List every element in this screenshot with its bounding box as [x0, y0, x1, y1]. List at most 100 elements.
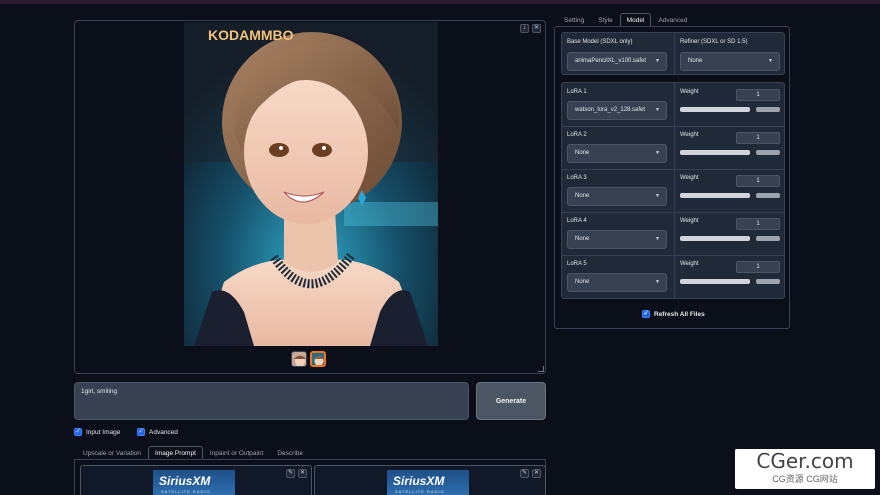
lora-2-weight-input[interactable]: 1 [736, 132, 780, 144]
model-panel: Base Model (SDXL only) animaPencilXL_v10… [554, 26, 790, 329]
tab-inpaint-or-outpaint[interactable]: Inpaint or Outpaint [203, 446, 270, 460]
thumbnail-1[interactable] [291, 351, 307, 367]
settings-tabs: Setting Style Model Advanced [557, 13, 694, 27]
top-bar [0, 0, 880, 4]
row-divider [562, 169, 784, 170]
lora-5-weight-input[interactable]: 1 [736, 261, 780, 273]
lora-1-value: watson_lora_v2_128.safet [575, 107, 646, 113]
advanced-label: Advanced [149, 428, 178, 436]
caret-down-icon: ▼ [655, 150, 660, 156]
input-image-toggle[interactable]: ✓ Input Image [74, 428, 120, 436]
lora-3-value: None [575, 193, 590, 199]
refiner-value: None [688, 58, 703, 64]
base-model-label: Base Model (SDXL only) [567, 39, 633, 45]
caret-down-icon: ▼ [655, 193, 660, 199]
lora-4-label: LoRA 4 [567, 218, 587, 224]
gallery-tools: ↓ ✕ [520, 24, 541, 33]
lora-1-weight-slider[interactable] [680, 107, 750, 112]
lora-1-weight-label: Weight [680, 89, 699, 95]
caret-down-icon: ▼ [655, 58, 660, 64]
lora-1-label: LoRA 1 [567, 89, 587, 95]
tab-style[interactable]: Style [591, 13, 619, 27]
generated-image[interactable]: KODAMMBO [184, 22, 438, 346]
lora-3-weight-input[interactable]: 1 [736, 175, 780, 187]
lora-2-weight-track[interactable] [756, 150, 780, 155]
preview-logo-text: SiriusXM [393, 474, 445, 488]
tab-setting[interactable]: Setting [557, 13, 591, 27]
generate-button[interactable]: Generate [476, 382, 546, 420]
edit-icon[interactable]: ✎ [286, 469, 295, 478]
portrait-illustration: KODAMMBO [184, 22, 438, 346]
close-icon[interactable]: ✕ [532, 469, 541, 478]
lora-5-weight-slider[interactable] [680, 279, 750, 284]
resize-handle[interactable] [538, 366, 544, 372]
lora-2-value: None [575, 150, 590, 156]
lora-2-weight-slider[interactable] [680, 150, 750, 155]
image-logo-text: KODAMMBO [208, 27, 294, 43]
lora-5-value: None [575, 279, 590, 285]
lora-3-weight-slider[interactable] [680, 193, 750, 198]
lora-4-weight-label: Weight [680, 218, 699, 224]
refresh-label: Refresh All Files [654, 310, 705, 318]
preview-sub-text: SATELLITE RADIO [395, 489, 445, 494]
tab-advanced[interactable]: Advanced [651, 13, 694, 27]
edit-icon[interactable]: ✎ [520, 469, 529, 478]
lora-2-weight-label: Weight [680, 132, 699, 138]
lora-4-weight-slider[interactable] [680, 236, 750, 241]
lora-2-dropdown[interactable]: None ▼ [567, 144, 667, 163]
divider [674, 33, 675, 74]
slot-tools: ✎ ✕ [520, 469, 541, 478]
watermark: CGer.com CG资源 CG网站 [735, 449, 875, 489]
tab-describe[interactable]: Describe [270, 446, 310, 460]
image-prompt-preview: SiriusXM SATELLITE RADIO [387, 470, 469, 495]
image-prompt-preview: SiriusXM SATELLITE RADIO [153, 470, 235, 495]
image-prompt-panel: SiriusXM SATELLITE RADIO ✎ ✕ SiriusXM SA… [74, 459, 546, 495]
lora-5-dropdown[interactable]: None ▼ [567, 273, 667, 292]
image-gallery: ↓ ✕ KODAMMBO [74, 20, 546, 374]
caret-down-icon: ▼ [655, 107, 660, 113]
lora-2-label: LoRA 2 [567, 132, 587, 138]
lora-3-weight-track[interactable] [756, 193, 780, 198]
download-icon[interactable]: ↓ [520, 24, 529, 33]
thumbnail-2-selected[interactable] [310, 351, 326, 367]
lora-3-label: LoRA 3 [567, 175, 587, 181]
refiner-dropdown[interactable]: None ▼ [680, 52, 780, 71]
tab-image-prompt[interactable]: Image Prompt [148, 446, 203, 460]
tab-upscale-or-variation[interactable]: Upscale or Variation [76, 446, 148, 460]
input-image-label: Input Image [86, 428, 121, 436]
lora-4-dropdown[interactable]: None ▼ [567, 230, 667, 249]
input-image-tabs: Upscale or Variation Image Prompt Inpain… [76, 446, 310, 460]
image-prompt-slot-2[interactable]: SiriusXM SATELLITE RADIO ✎ ✕ [314, 465, 546, 495]
lora-4-weight-input[interactable]: 1 [736, 218, 780, 230]
image-prompt-slot-1[interactable]: SiriusXM SATELLITE RADIO ✎ ✕ [80, 465, 312, 495]
row-divider [562, 212, 784, 213]
caret-down-icon: ▼ [768, 58, 773, 64]
close-icon[interactable]: ✕ [298, 469, 307, 478]
caret-down-icon: ▼ [655, 279, 660, 285]
lora-1-dropdown[interactable]: watson_lora_v2_128.safet ▼ [567, 101, 667, 120]
model-select-block: Base Model (SDXL only) animaPencilXL_v10… [561, 32, 785, 75]
lora-5-label: LoRA 5 [567, 261, 587, 267]
refiner-label: Refiner (SDXL or SD 1.5) [680, 39, 748, 45]
lora-3-dropdown[interactable]: None ▼ [567, 187, 667, 206]
preview-logo-text: SiriusXM [159, 474, 211, 488]
lora-1-weight-input[interactable]: 1 [736, 89, 780, 101]
slot-tools: ✎ ✕ [286, 469, 307, 478]
refresh-all-files-button[interactable]: ✓ Refresh All Files [642, 310, 705, 318]
checkbox-checked-icon[interactable]: ✓ [74, 428, 82, 436]
lora-4-value: None [575, 236, 590, 242]
close-icon[interactable]: ✕ [532, 24, 541, 33]
lora-5-weight-track[interactable] [756, 279, 780, 284]
base-model-dropdown[interactable]: animaPencilXL_v100.safet ▼ [567, 52, 667, 71]
checkbox-checked-icon[interactable]: ✓ [642, 310, 650, 318]
lora-5-weight-label: Weight [680, 261, 699, 267]
watermark-sub-text: CG资源 CG网站 [772, 474, 838, 484]
prompt-input[interactable] [74, 382, 469, 420]
tab-model[interactable]: Model [619, 13, 652, 27]
lora-block: LoRA 1 watson_lora_v2_128.safet ▼ Weight… [561, 82, 785, 299]
advanced-toggle[interactable]: ✓ Advanced [137, 428, 178, 436]
lora-4-weight-track[interactable] [756, 236, 780, 241]
checkbox-checked-icon[interactable]: ✓ [137, 428, 145, 436]
lora-1-weight-track[interactable] [756, 107, 780, 112]
preview-sub-text: SATELLITE RADIO [161, 489, 211, 494]
